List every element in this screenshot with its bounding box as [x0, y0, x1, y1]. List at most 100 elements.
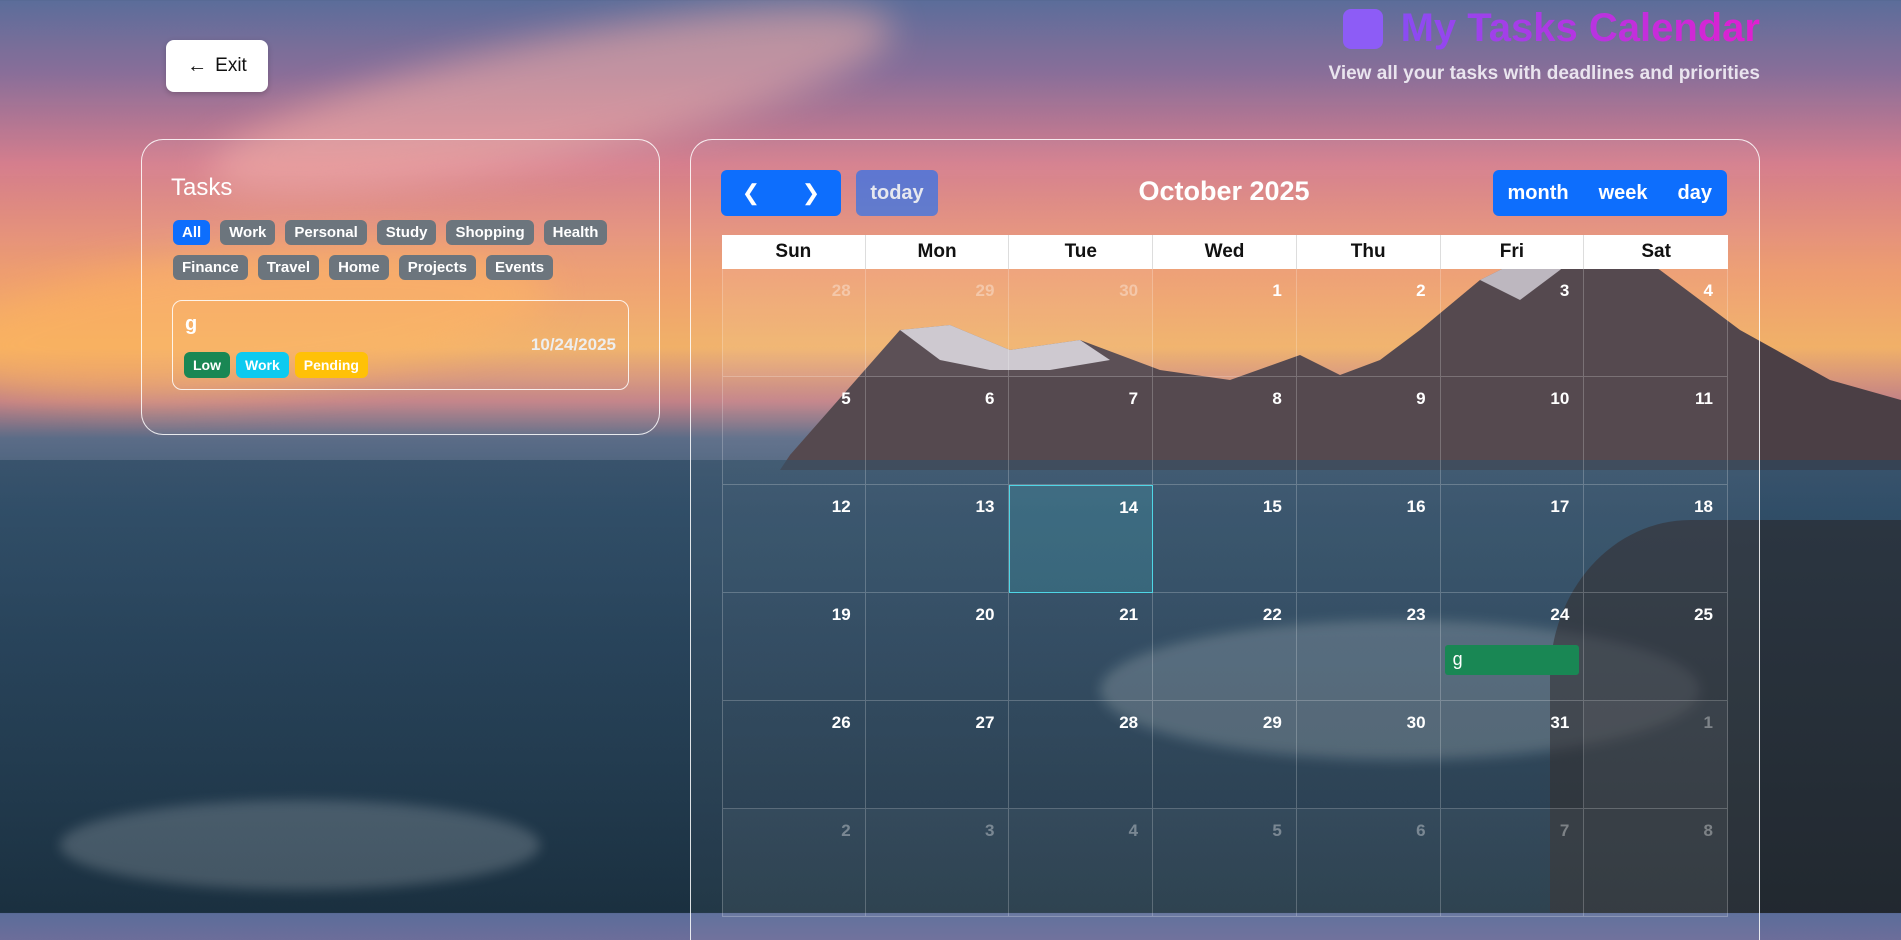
day-cell[interactable]: 4 [1009, 809, 1154, 917]
day-cell[interactable]: 4 [1584, 269, 1728, 377]
day-number: 24 [1550, 605, 1570, 624]
day-cell[interactable]: 24 g [1440, 593, 1585, 701]
app-logo-icon [1342, 8, 1383, 49]
day-number: 30 [1119, 281, 1139, 300]
day-cell[interactable]: 31 [1440, 701, 1585, 809]
category-chip-finance[interactable]: Finance [173, 255, 248, 280]
exit-button[interactable]: ← Exit [166, 40, 268, 92]
day-number: 6 [984, 389, 995, 408]
calendar-toolbar: ❮ ❯ today October 2025 month week day [721, 170, 1727, 216]
page-header: My Tasks Calendar View all your tasks wi… [1328, 0, 1760, 85]
category-chip-study[interactable]: Study [376, 220, 437, 245]
view-month-button[interactable]: month [1492, 170, 1584, 216]
calendar-days: 28 29 30 1 2 3 4 5 6 7 8 9 10 11 12 13 14 15 16 17 18 19 20 21 2… [722, 269, 1728, 917]
day-cell[interactable]: 7 [1440, 809, 1585, 917]
day-number: 2 [841, 821, 851, 840]
day-cell[interactable]: 7 [1009, 377, 1154, 485]
page-title: My Tasks Calendar [1400, 6, 1760, 50]
day-number: 17 [1550, 497, 1570, 516]
day-cell[interactable]: 1 [1153, 269, 1297, 377]
day-number: 2 [1416, 281, 1426, 300]
weekday-wed: Wed [1153, 235, 1297, 269]
day-cell[interactable]: 18 [1584, 485, 1728, 593]
day-number: 5 [1272, 821, 1282, 840]
day-number: 6 [1416, 821, 1426, 840]
day-cell[interactable]: 15 [1153, 485, 1297, 593]
day-cell[interactable]: 11 [1584, 377, 1728, 485]
day-cell[interactable]: 9 [1296, 377, 1441, 485]
day-cell[interactable]: 29 [1153, 701, 1297, 809]
day-cell[interactable]: 2 [722, 809, 866, 917]
weekday-header: Sun Mon Tue Wed Thu Fri Sat [722, 235, 1728, 269]
day-cell[interactable]: 1 [1584, 701, 1728, 809]
view-day-button[interactable]: day [1662, 170, 1727, 216]
category-chip-all[interactable]: All [173, 220, 211, 245]
category-chip-events[interactable]: Events [485, 255, 554, 280]
day-number: 14 [1119, 498, 1139, 517]
day-cell[interactable]: 14 [1009, 485, 1154, 593]
day-cell[interactable]: 3 [1440, 269, 1585, 377]
day-number: 3 [1559, 281, 1570, 300]
day-cell[interactable]: 25 [1584, 593, 1728, 701]
day-cell[interactable]: 13 [865, 485, 1010, 593]
day-cell[interactable]: 27 [865, 701, 1010, 809]
task-due-date: 10/24/2025 [530, 335, 616, 354]
day-cell[interactable]: 2 [1296, 269, 1441, 377]
category-chip-home[interactable]: Home [329, 255, 389, 280]
status-badge: Pending [294, 352, 368, 378]
month-grid: Sun Mon Tue Wed Thu Fri Sat 28 29 30 1 2 3 4 5 6 7 8 9 10 1… [722, 235, 1728, 917]
day-number: 16 [1406, 497, 1426, 516]
day-number: 4 [1703, 281, 1713, 300]
day-cell[interactable]: 5 [1153, 809, 1297, 917]
day-number: 29 [1262, 713, 1282, 732]
day-cell[interactable]: 20 [865, 593, 1010, 701]
day-cell[interactable]: 17 [1440, 485, 1585, 593]
day-cell[interactable]: 8 [1584, 809, 1728, 917]
calendar-event[interactable]: g [1444, 645, 1580, 675]
day-number: 29 [975, 281, 995, 300]
category-chip-work[interactable]: Work [220, 220, 276, 245]
exit-label: Exit [215, 55, 247, 76]
day-number: 8 [1703, 821, 1713, 840]
prev-month-button[interactable]: ❮ [721, 170, 781, 216]
day-number: 22 [1262, 605, 1282, 624]
task-card[interactable]: g Low Work Pending 10/24/2025 [172, 300, 629, 390]
day-cell[interactable]: 19 [722, 593, 866, 701]
category-chip-projects[interactable]: Projects [398, 255, 476, 280]
day-cell[interactable]: 30 [1009, 269, 1154, 377]
category-chip-travel[interactable]: Travel [257, 255, 320, 280]
day-cell[interactable]: 28 [1009, 701, 1154, 809]
calendar-panel: ❮ ❯ today October 2025 month week day Su… [690, 139, 1760, 940]
day-number: 18 [1694, 497, 1713, 516]
view-week-button[interactable]: week [1583, 170, 1663, 216]
wave-foam [60, 800, 540, 890]
arrow-left-icon: ← [187, 54, 208, 77]
day-number: 11 [1695, 389, 1713, 408]
day-cell[interactable]: 10 [1440, 377, 1585, 485]
day-number: 20 [975, 605, 995, 624]
category-chip-personal[interactable]: Personal [285, 220, 367, 245]
day-cell[interactable]: 12 [722, 485, 866, 593]
day-cell[interactable]: 5 [722, 377, 866, 485]
day-cell[interactable]: 29 [865, 269, 1010, 377]
category-chip-shopping[interactable]: Shopping [446, 220, 534, 245]
today-button[interactable]: today [856, 170, 938, 216]
day-cell[interactable]: 26 [722, 701, 866, 809]
day-cell[interactable]: 8 [1153, 377, 1297, 485]
day-cell[interactable]: 6 [865, 377, 1010, 485]
day-cell[interactable]: 16 [1296, 485, 1441, 593]
day-cell[interactable]: 23 [1296, 593, 1441, 701]
day-number: 4 [1128, 821, 1139, 840]
day-cell[interactable]: 28 [722, 269, 866, 377]
day-number: 10 [1550, 389, 1570, 408]
category-chip-health[interactable]: Health [543, 220, 608, 245]
day-cell[interactable]: 6 [1296, 809, 1441, 917]
day-cell[interactable]: 22 [1153, 593, 1297, 701]
chevron-right-icon: ❯ [801, 180, 821, 205]
day-cell[interactable]: 3 [865, 809, 1010, 917]
day-number: 8 [1272, 389, 1282, 408]
day-cell[interactable]: 30 [1296, 701, 1441, 809]
day-number: 30 [1406, 713, 1426, 732]
next-month-button[interactable]: ❯ [781, 170, 841, 216]
day-cell[interactable]: 21 [1009, 593, 1154, 701]
